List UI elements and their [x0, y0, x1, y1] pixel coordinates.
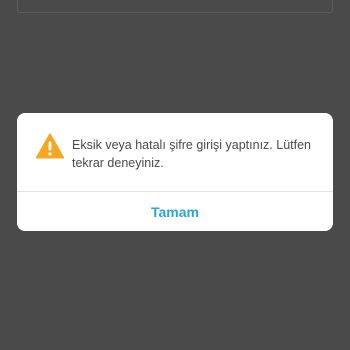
dialog-body: Eksik veya hatalı şifre girişi yaptınız.…	[17, 113, 333, 191]
background-input-field	[17, 0, 333, 13]
alert-message: Eksik veya hatalı şifre girişi yaptınız.…	[72, 138, 311, 170]
alert-dialog: Eksik veya hatalı şifre girişi yaptınız.…	[17, 113, 333, 231]
warning-icon-svg	[36, 133, 64, 159]
warning-icon	[36, 133, 64, 159]
ok-button[interactable]: Tamam	[17, 192, 333, 231]
